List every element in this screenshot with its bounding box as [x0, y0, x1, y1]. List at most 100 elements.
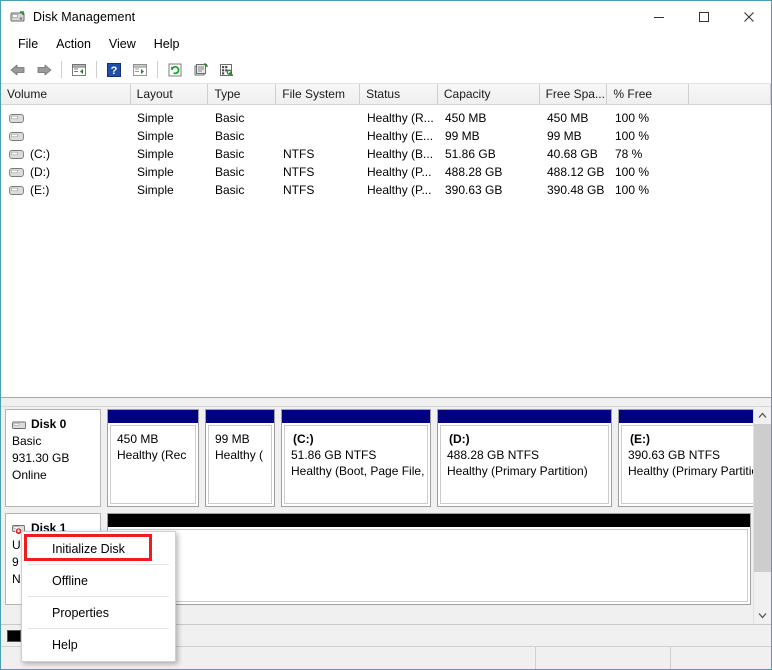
scrollbar-track[interactable] [754, 424, 771, 607]
table-row[interactable]: (E:) Simple Basic NTFS Healthy (P... 390… [1, 181, 771, 199]
partition-size: 390.63 GB NTFS [628, 448, 721, 462]
percent-free-cell: 100 % [615, 183, 650, 197]
volume-label: (E:) [30, 183, 50, 197]
menu-file[interactable]: File [9, 35, 47, 53]
disk-context-menu: Initialize Disk Offline Properties Help [21, 531, 176, 662]
file-system-cell: NTFS [283, 183, 315, 197]
partition-label: (D:) [449, 432, 470, 446]
volume-cell: (E:) [1, 183, 131, 197]
scrollbar-thumb[interactable] [754, 424, 771, 572]
layout-cell: Simple [137, 111, 174, 125]
column-header-type[interactable]: Type [208, 84, 277, 104]
table-row[interactable]: (D:) Simple Basic NTFS Healthy (P... 488… [1, 163, 771, 181]
partition-size: 51.86 GB NTFS [291, 448, 377, 462]
free-space-cell: 99 MB [547, 129, 582, 143]
capacity-cell: 390.63 GB [445, 183, 503, 197]
disk-0-name: Disk 0 [31, 417, 67, 431]
column-header-percent-free[interactable]: % Free [607, 84, 690, 104]
status-cell: Healthy (B... [367, 147, 434, 161]
partition-details: 450 MB Healthy (Rec [110, 425, 196, 504]
partition-color-bar [282, 410, 430, 423]
volume-label: (D:) [30, 165, 50, 179]
rescan-disks-icon[interactable] [215, 59, 239, 81]
type-cell: Basic [215, 111, 245, 125]
up-one-level-icon[interactable] [67, 59, 91, 81]
type-cell: Basic [215, 183, 245, 197]
type-cell: Basic [215, 129, 245, 143]
layout-cell: Simple [137, 147, 174, 161]
table-row[interactable]: Simple Basic Healthy (E... 99 MB 99 MB 1… [1, 127, 771, 145]
capacity-cell: 51.86 GB [445, 147, 496, 161]
volume-drive-icon [9, 167, 24, 178]
window-title: Disk Management [33, 9, 136, 24]
partition-d[interactable]: (D:) 488.28 GB NTFS Healthy (Primary Par… [437, 409, 612, 507]
show-hide-console-tree-icon[interactable] [128, 59, 152, 81]
column-header-capacity[interactable]: Capacity [437, 84, 540, 104]
toolbar-separator-2 [96, 61, 97, 78]
partition-label: (C:) [293, 432, 314, 446]
column-header-volume[interactable]: Volume [1, 84, 131, 104]
partition-details: (E:) 390.63 GB NTFS Healthy (Primary Par… [621, 425, 753, 504]
svg-text:?: ? [111, 65, 118, 77]
column-header-layout[interactable]: Layout [130, 84, 209, 104]
pane-splitter[interactable] [1, 398, 771, 407]
context-menu-item-initialize-disk[interactable]: Initialize Disk [22, 534, 175, 563]
scroll-up-arrow-icon[interactable] [754, 407, 771, 424]
menu-help[interactable]: Help [145, 35, 189, 53]
maximize-button[interactable] [681, 1, 726, 32]
help-icon[interactable]: ? [102, 59, 126, 81]
partition-recovery[interactable]: 450 MB Healthy (Rec [107, 409, 199, 507]
partition-details: (D:) 488.28 GB NTFS Healthy (Primary Par… [440, 425, 609, 504]
refresh-icon[interactable] [163, 59, 187, 81]
column-header-file-system[interactable]: File System [276, 84, 361, 104]
table-row[interactable]: Simple Basic Healthy (R... 450 MB 450 MB… [1, 109, 771, 127]
column-header-free-space[interactable]: Free Spa... [539, 84, 608, 104]
volume-drive-icon [9, 185, 24, 196]
partition-e[interactable]: (E:) 390.63 GB NTFS Healthy (Primary Par… [618, 409, 753, 507]
file-system-cell: NTFS [283, 147, 315, 161]
forward-icon[interactable] [32, 59, 56, 81]
capacity-cell: 99 MB [445, 129, 480, 143]
title-bar: Disk Management [1, 1, 771, 32]
status-panel-2 [536, 647, 671, 669]
disk-icon [12, 419, 28, 430]
menu-action[interactable]: Action [47, 35, 100, 53]
percent-free-cell: 78 % [615, 147, 643, 161]
percent-free-cell: 100 % [615, 165, 650, 179]
menu-view[interactable]: View [100, 35, 145, 53]
volume-drive-icon [9, 113, 24, 124]
context-menu-item-offline[interactable]: Offline [22, 566, 175, 595]
toolbar-separator-1 [61, 61, 62, 78]
partition-details: 99 MB Healthy ( [208, 425, 272, 504]
layout-cell: Simple [137, 183, 174, 197]
context-menu-separator-2 [28, 596, 169, 597]
partition-color-bar [619, 410, 753, 423]
percent-free-cell: 100 % [615, 129, 650, 143]
column-header-status[interactable]: Status [360, 84, 438, 104]
partition-c[interactable]: (C:) 51.86 GB NTFS Healthy (Boot, Page F… [281, 409, 431, 507]
partition-size: 450 MB [117, 432, 159, 446]
disk-row-disk-0[interactable]: Disk 0 Basic 931.30 GB Online 450 MB Hea… [5, 409, 753, 507]
context-menu-item-help[interactable]: Help [22, 630, 175, 659]
volume-drive-icon [9, 149, 24, 160]
graphical-view-scrollbar[interactable] [753, 407, 771, 624]
back-icon[interactable] [6, 59, 30, 81]
partition-color-bar [438, 410, 611, 423]
volume-list-pane: Volume Layout Type File System Status Ca… [1, 84, 771, 398]
context-menu-item-properties[interactable]: Properties [22, 598, 175, 627]
partition-efi[interactable]: 99 MB Healthy ( [205, 409, 275, 507]
menu-bar: File Action View Help [1, 32, 771, 56]
partition-unallocated[interactable] [107, 513, 751, 605]
partition-status: Healthy (Primary Partition) [447, 464, 588, 478]
disk-0-type: Basic [12, 434, 42, 448]
minimize-button[interactable] [636, 1, 681, 32]
disk-0-size: 931.30 GB [12, 451, 70, 465]
table-row[interactable]: (C:) Simple Basic NTFS Healthy (B... 51.… [1, 145, 771, 163]
disk-0-info[interactable]: Disk 0 Basic 931.30 GB Online [5, 409, 101, 507]
properties-icon[interactable] [189, 59, 213, 81]
scroll-down-arrow-icon[interactable] [754, 607, 771, 624]
status-cell: Healthy (P... [367, 183, 432, 197]
free-space-cell: 40.68 GB [547, 147, 598, 161]
close-button[interactable] [726, 1, 771, 32]
volume-list-header: Volume Layout Type File System Status Ca… [1, 84, 771, 105]
